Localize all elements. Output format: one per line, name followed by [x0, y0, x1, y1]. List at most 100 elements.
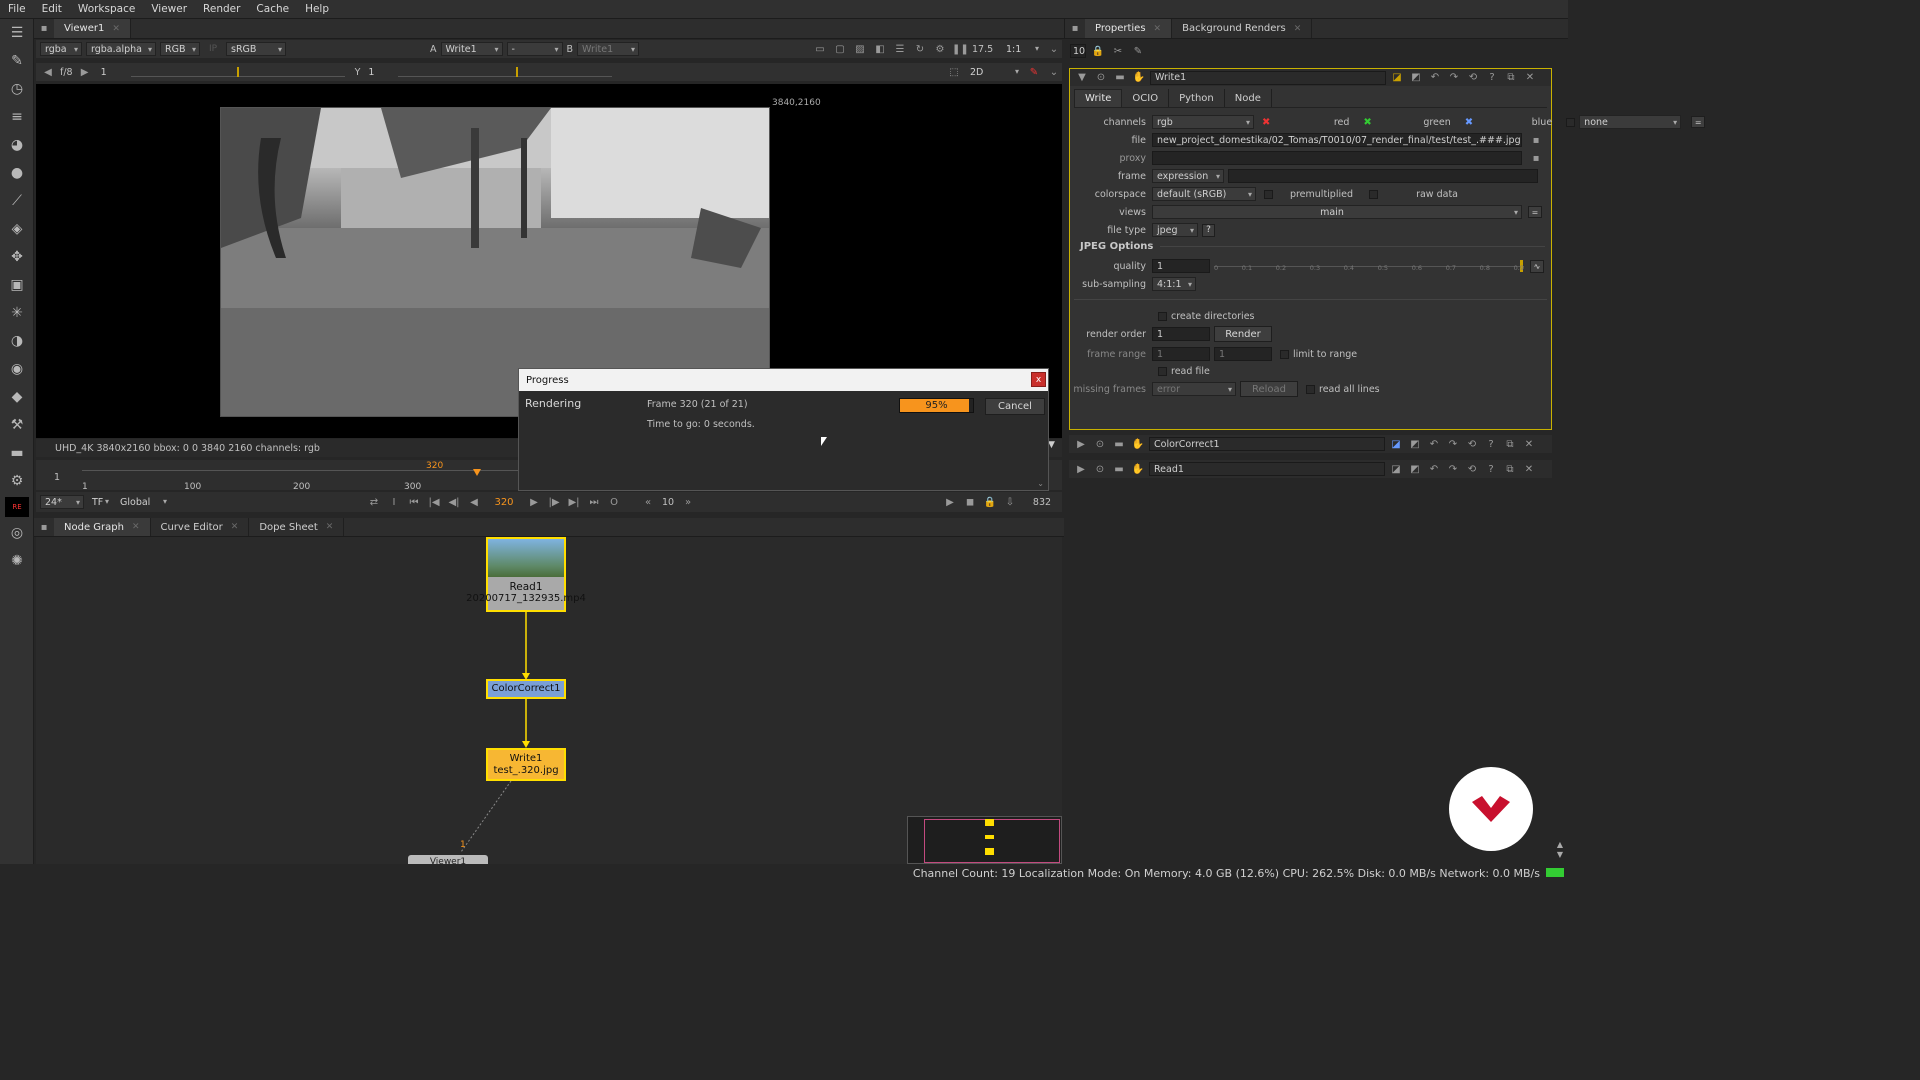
- close-icon[interactable]: ✕: [231, 522, 239, 532]
- proxy-field[interactable]: [1152, 151, 1522, 165]
- help-button[interactable]: ?: [1202, 223, 1215, 237]
- colorcorrect-node[interactable]: ColorCorrect1: [486, 679, 566, 699]
- limit-to-range-checkbox[interactable]: [1280, 349, 1289, 359]
- close-icon[interactable]: ✕: [326, 522, 334, 532]
- gamma-slider[interactable]: [398, 67, 613, 77]
- extra-channel-dropdown[interactable]: none: [1579, 115, 1682, 129]
- chevron-down-icon[interactable]: ⌄: [1046, 67, 1062, 78]
- end-frame-field[interactable]: 832: [1022, 497, 1062, 508]
- next-keyframe-icon[interactable]: ▶|: [566, 497, 582, 508]
- gl-color-icon[interactable]: ◩: [1408, 72, 1424, 83]
- chevron-down-icon[interactable]: ⌄: [1037, 479, 1044, 488]
- tab-curve-editor[interactable]: Curve Editor ✕: [151, 518, 250, 536]
- menu-workspace[interactable]: Workspace: [70, 0, 143, 19]
- collapse-icon[interactable]: ▼: [1074, 72, 1090, 83]
- frame-mode-dropdown[interactable]: expression: [1152, 169, 1224, 183]
- ratio-dropdown[interactable]: 1:1: [1002, 42, 1042, 56]
- quality-field[interactable]: 1: [1152, 259, 1210, 273]
- blue-checkbox[interactable]: ✖: [1465, 117, 1473, 128]
- frame-expression-field[interactable]: [1228, 169, 1538, 183]
- premultiplied-checkbox[interactable]: [1264, 189, 1273, 199]
- node-icon[interactable]: ▬: [1111, 439, 1127, 450]
- zoom-value[interactable]: 17.5: [972, 44, 998, 55]
- disable-icon[interactable]: ⊙: [1092, 464, 1108, 475]
- alpha-checkbox[interactable]: [1566, 117, 1576, 127]
- merge-tools-icon[interactable]: ◈: [0, 215, 34, 243]
- scope-dropdown[interactable]: Global: [116, 495, 170, 509]
- colorcorrect-panel-header[interactable]: ▶ ⊙ ▬ ✋ ColorCorrect1 ◪ ◩ ↶ ↷ ⟲ ? ⧉ ✕: [1069, 435, 1552, 453]
- gain-slider[interactable]: [130, 67, 345, 77]
- proxy-icon[interactable]: ⚙: [932, 44, 948, 55]
- close-icon[interactable]: ✕: [1521, 464, 1537, 475]
- float-icon[interactable]: ⧉: [1503, 72, 1519, 83]
- loop-icon[interactable]: ⇄: [366, 497, 382, 508]
- help-icon[interactable]: ?: [1484, 72, 1500, 83]
- knob-icon[interactable]: ✋: [1130, 439, 1146, 450]
- particles-tools-icon[interactable]: ✳: [0, 299, 34, 327]
- display-mode-dropdown[interactable]: RGB: [160, 42, 200, 56]
- gain-handle[interactable]: [236, 67, 239, 77]
- wipe-icon[interactable]: ◧: [872, 44, 888, 55]
- metadata-tools-icon[interactable]: ◆: [0, 383, 34, 411]
- composite-mode-dropdown[interactable]: -: [506, 42, 563, 56]
- node-name-field[interactable]: Write1: [1150, 70, 1386, 85]
- ip-toggle[interactable]: IP: [204, 44, 222, 54]
- render-order-field[interactable]: 1: [1152, 327, 1210, 341]
- help-icon[interactable]: ?: [1483, 439, 1499, 450]
- step-back-icon[interactable]: ◀|: [446, 497, 462, 508]
- close-icon[interactable]: ✕: [1294, 24, 1302, 34]
- render-button[interactable]: Render: [1214, 326, 1272, 342]
- out-point-icon[interactable]: O: [606, 497, 622, 508]
- undo-icon[interactable]: ↶: [1427, 72, 1443, 83]
- deep-tools-icon[interactable]: ◑: [0, 327, 34, 355]
- expand-icon[interactable]: ▶: [1073, 439, 1089, 450]
- frame-range-first-field[interactable]: 1: [1152, 347, 1210, 361]
- skip-forward-icon[interactable]: »: [680, 497, 696, 508]
- color-swatch-icon[interactable]: ◪: [1389, 72, 1405, 83]
- tab-write[interactable]: Write: [1074, 89, 1123, 107]
- record-icon[interactable]: ◼: [962, 497, 978, 508]
- quality-slider[interactable]: 0 0.1 0.2 0.3 0.4 0.5 0.6 0.7 0.8 0.9: [1214, 259, 1524, 273]
- chevron-down-icon[interactable]: ⌄: [1046, 44, 1062, 55]
- cancel-button[interactable]: Cancel: [985, 398, 1045, 415]
- node-name-field[interactable]: ColorCorrect1: [1149, 437, 1385, 451]
- colorspace-dropdown[interactable]: default (sRGB): [1152, 187, 1256, 201]
- redo-icon[interactable]: ↷: [1445, 439, 1461, 450]
- tab-dope-sheet[interactable]: Dope Sheet ✕: [249, 518, 345, 536]
- channels-dropdown[interactable]: rgb: [1152, 115, 1254, 129]
- furnace-tools-icon[interactable]: ⚙: [0, 467, 34, 495]
- image-tools-icon[interactable]: ☰: [0, 19, 34, 47]
- overlay-icon[interactable]: ☰: [892, 44, 908, 55]
- tf-dropdown[interactable]: TF: [88, 495, 112, 509]
- close-icon[interactable]: ✕: [1522, 72, 1538, 83]
- node-icon[interactable]: ▬: [1111, 464, 1127, 475]
- knob-icon[interactable]: ✋: [1130, 464, 1146, 475]
- knob-icon[interactable]: ✋: [1131, 72, 1147, 83]
- pane-menu-icon[interactable]: ▪: [1065, 23, 1085, 34]
- scroll-arrows[interactable]: ▲ ▼: [1554, 840, 1566, 862]
- lock-icon[interactable]: 🔒: [1090, 46, 1106, 57]
- paint-icon[interactable]: ✎: [1026, 67, 1042, 78]
- menu-help[interactable]: Help: [297, 0, 337, 19]
- tab-node-graph[interactable]: Node Graph ✕: [54, 518, 151, 536]
- last-frame-icon[interactable]: ⏭: [586, 497, 602, 508]
- b-input-dropdown[interactable]: Write1: [577, 42, 640, 56]
- menu-viewer[interactable]: Viewer: [143, 0, 195, 19]
- play-forward-icon[interactable]: ▶: [526, 497, 542, 508]
- play-backward-icon[interactable]: ◀: [466, 497, 482, 508]
- gl-color-icon[interactable]: ◩: [1407, 464, 1423, 475]
- read-all-lines-checkbox[interactable]: [1306, 384, 1315, 394]
- green-checkbox[interactable]: ✖: [1363, 117, 1371, 128]
- transform-tools-icon[interactable]: ✥: [0, 243, 34, 271]
- read-panel-header[interactable]: ▶ ⊙ ▬ ✋ Read1 ◪ ◩ ↶ ↷ ⟲ ? ⧉ ✕: [1069, 460, 1552, 478]
- undo-icon[interactable]: ↶: [1426, 439, 1442, 450]
- keyer-tools-icon[interactable]: ⟋: [0, 187, 34, 215]
- views-tools-icon[interactable]: ◉: [0, 355, 34, 383]
- prev-keyframe-icon[interactable]: |◀: [426, 497, 442, 508]
- menu-render[interactable]: Render: [195, 0, 248, 19]
- dialog-title-bar[interactable]: Progress x: [519, 369, 1048, 391]
- flipbook-icon[interactable]: ▶: [942, 497, 958, 508]
- channel-tools-icon[interactable]: ≡: [0, 103, 34, 131]
- other-tools-icon[interactable]: ▬: [0, 439, 34, 467]
- node-graph-canvas[interactable]: Read1 20200717_132935.mp4 ColorCorrect1 …: [36, 537, 1062, 864]
